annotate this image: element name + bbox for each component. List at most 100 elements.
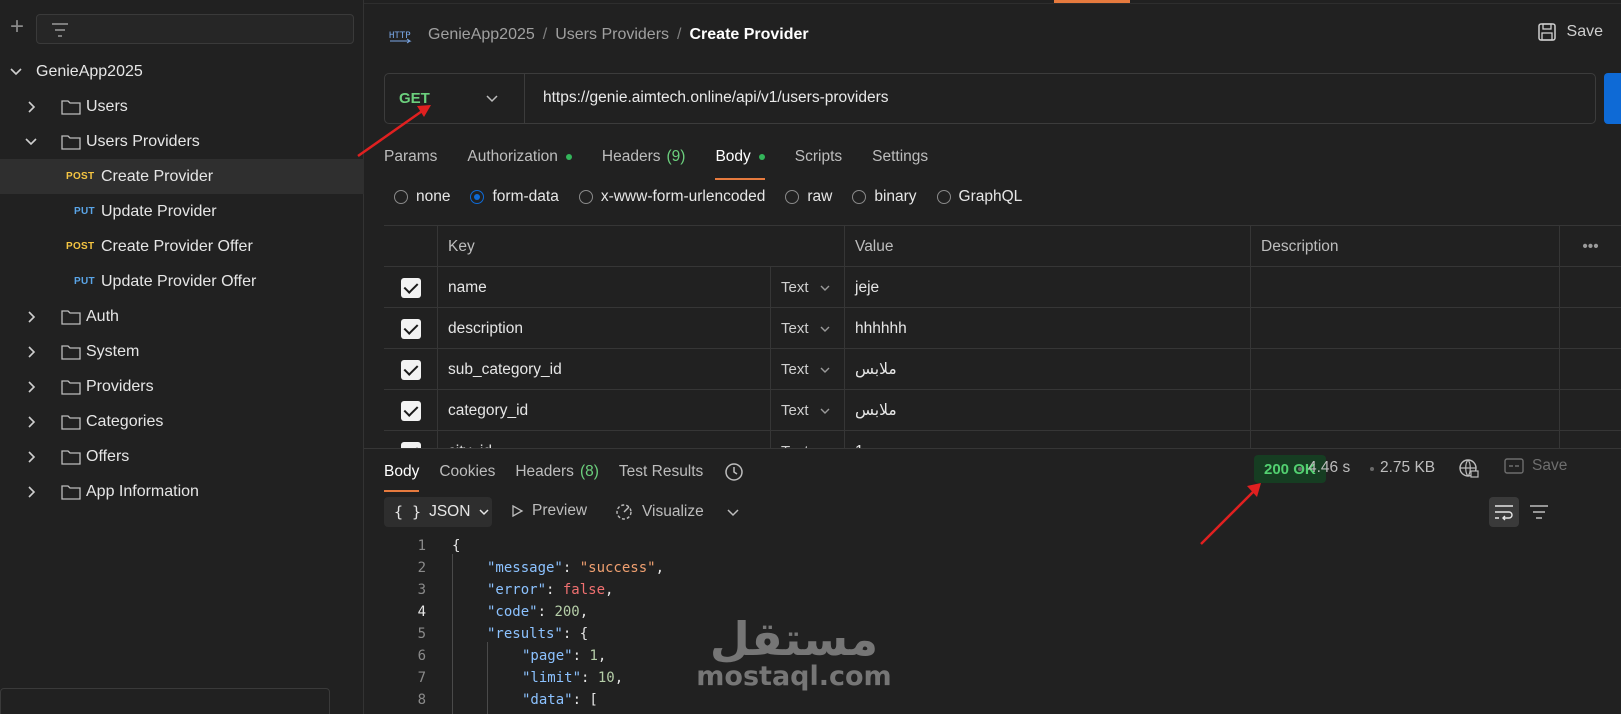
line-number: 4 — [417, 604, 426, 620]
key-cell[interactable]: name — [438, 267, 771, 308]
type-select[interactable]: Text — [771, 349, 845, 390]
resp-tab-headers[interactable]: Headers (8) — [515, 458, 599, 486]
body-mode-option[interactable]: form-data — [470, 188, 559, 206]
breadcrumb-collection[interactable]: GenieApp2025 — [428, 26, 535, 44]
value-cell[interactable]: jeje — [845, 267, 1251, 308]
body-mode-option[interactable]: GraphQL — [936, 188, 1022, 206]
response-time[interactable]: 4.46 s — [1308, 459, 1350, 477]
collection-root[interactable]: GenieApp2025 — [0, 54, 364, 89]
enabled-checkbox[interactable] — [400, 277, 421, 298]
sidebar-item-label: Categories — [86, 412, 164, 430]
sidebar-folder[interactable]: Users — [0, 89, 364, 124]
chevron-right-icon[interactable] — [24, 345, 38, 359]
value-cell[interactable]: 1 — [845, 431, 1251, 448]
format-select[interactable]: { } JSON — [384, 497, 492, 527]
sidebar-folder[interactable]: Providers — [0, 369, 364, 404]
code-text: "results": { — [487, 626, 588, 642]
tab-settings[interactable]: Settings — [872, 140, 928, 174]
key-cell[interactable]: sub_category_id — [438, 349, 771, 390]
type-select[interactable]: Text — [771, 308, 845, 349]
save-response-label: Save — [1532, 457, 1568, 474]
enabled-checkbox[interactable] — [400, 359, 421, 380]
chevron-right-icon[interactable] — [24, 485, 38, 499]
sidebar-filter-input[interactable] — [36, 14, 354, 44]
type-select[interactable]: Text — [771, 390, 845, 431]
radio-button[interactable] — [578, 190, 593, 204]
body-mode-option[interactable]: raw — [785, 188, 832, 206]
code-token: : — [581, 670, 598, 686]
filter-icon[interactable] — [1529, 503, 1549, 521]
line-number: 7 — [417, 670, 426, 686]
tab-body[interactable]: Body — [715, 140, 766, 180]
radio-button[interactable] — [785, 190, 800, 204]
resp-headers-count: (8) — [579, 463, 599, 480]
type-select[interactable]: Text — [771, 267, 845, 308]
key-cell[interactable]: description — [438, 308, 771, 349]
body-mode-option[interactable]: binary — [852, 188, 917, 206]
sidebar-request[interactable]: POST Create Provider — [0, 159, 364, 194]
tab-scripts[interactable]: Scripts — [795, 140, 842, 174]
description-cell[interactable] — [1251, 267, 1560, 308]
url-input[interactable]: https://genie.aimtech.online/api/v1/user… — [543, 89, 889, 107]
history-icon[interactable] — [723, 458, 745, 486]
wrap-lines-button[interactable] — [1489, 497, 1519, 527]
response-body-editor[interactable]: 1{2 "message": "success", 3 "error": false,… — [384, 538, 1621, 714]
response-divider[interactable] — [364, 448, 1621, 449]
chevron-right-icon[interactable] — [24, 100, 38, 114]
key-cell[interactable]: city_id — [438, 431, 771, 448]
chevron-right-icon[interactable] — [24, 380, 38, 394]
save-button[interactable]: Save — [1537, 22, 1603, 42]
save-icon — [1537, 23, 1556, 41]
enabled-checkbox[interactable] — [400, 318, 421, 339]
more-icon[interactable]: ••• — [1560, 226, 1621, 267]
sidebar-folder[interactable]: Categories — [0, 404, 364, 439]
format-label: JSON — [429, 503, 471, 520]
type-select[interactable]: Text — [771, 431, 845, 448]
visualize-button[interactable]: Visualize — [614, 502, 704, 522]
response-size[interactable]: 2.75 KB — [1380, 459, 1435, 477]
description-cell[interactable] — [1251, 390, 1560, 431]
chevron-down-icon[interactable] — [24, 135, 38, 149]
body-mode-option[interactable]: x-www-form-urlencoded — [578, 188, 765, 206]
sidebar-request[interactable]: PUT Update Provider Offer — [0, 264, 364, 299]
tab-authorization[interactable]: Authorization — [467, 140, 572, 174]
chevron-right-icon[interactable] — [24, 415, 38, 429]
key-cell[interactable]: category_id — [438, 390, 771, 431]
sidebar-folder[interactable]: App Information — [0, 474, 364, 509]
enabled-checkbox[interactable] — [400, 400, 421, 421]
description-cell[interactable] — [1251, 431, 1560, 448]
sidebar-folder[interactable]: System — [0, 334, 364, 369]
sidebar-request[interactable]: PUT Update Provider — [0, 194, 364, 229]
resp-tab-cookies[interactable]: Cookies — [439, 458, 495, 486]
radio-button[interactable] — [936, 190, 951, 204]
radio-button[interactable] — [470, 190, 485, 204]
save-response-button[interactable]: Save — [1504, 457, 1567, 475]
globe-icon[interactable] — [1458, 458, 1480, 480]
chevron-down-icon[interactable] — [726, 506, 740, 520]
resp-tab-test-results[interactable]: Test Results — [619, 458, 703, 486]
chevron-right-icon[interactable] — [24, 450, 38, 464]
resp-tab-body[interactable]: Body — [384, 458, 420, 492]
radio-button[interactable] — [394, 190, 408, 204]
sidebar-folder[interactable]: Users Providers — [0, 124, 364, 159]
breadcrumb-separator: / — [542, 26, 548, 43]
preview-button[interactable]: Preview — [510, 502, 587, 520]
breadcrumb-folder[interactable]: Users Providers — [555, 26, 669, 44]
send-button[interactable] — [1604, 73, 1621, 124]
sidebar-folder[interactable]: Offers — [0, 439, 364, 474]
description-cell[interactable] — [1251, 308, 1560, 349]
value-cell[interactable]: ملابس — [845, 349, 1251, 390]
sidebar-folder[interactable]: Auth — [0, 299, 364, 334]
body-mode-option[interactable]: none — [394, 188, 450, 206]
breadcrumb-request[interactable]: Create Provider — [689, 26, 808, 44]
chevron-right-icon[interactable] — [24, 310, 38, 324]
new-item-button[interactable]: + — [6, 15, 28, 39]
value-cell[interactable]: hhhhhh — [845, 308, 1251, 349]
value-cell[interactable]: ملابس — [845, 390, 1251, 431]
code-text: { — [452, 538, 460, 554]
sidebar-request[interactable]: POST Create Provider Offer — [0, 229, 364, 264]
description-cell[interactable] — [1251, 349, 1560, 390]
radio-button[interactable] — [852, 190, 867, 204]
resp-tab-cookies-label: Cookies — [439, 463, 496, 480]
tab-headers[interactable]: Headers (9) — [602, 140, 686, 174]
